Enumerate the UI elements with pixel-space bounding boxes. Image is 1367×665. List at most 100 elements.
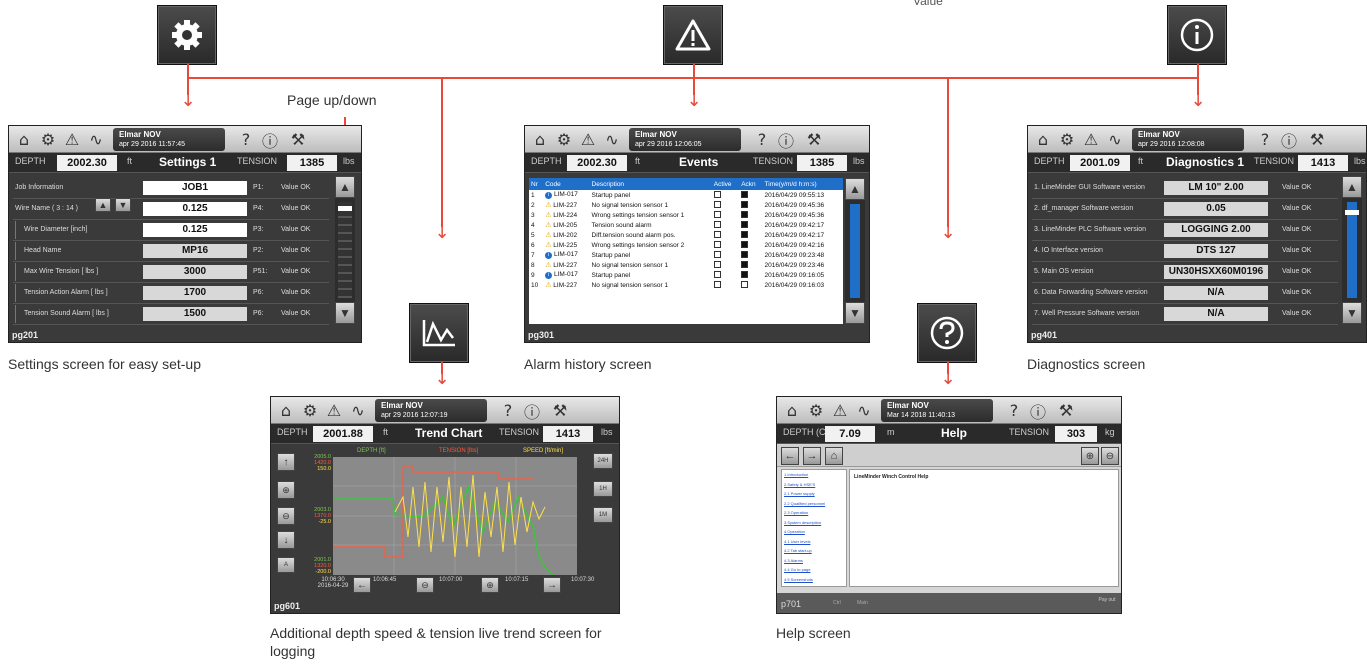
zoom-in-button[interactable]: ⊕ — [1081, 447, 1099, 465]
scroll-right-button[interactable]: → — [543, 577, 561, 593]
ackn-checkbox[interactable] — [741, 230, 749, 238]
ackn-checkbox[interactable] — [741, 210, 749, 218]
trend-icon[interactable]: ∿ — [1104, 129, 1126, 150]
warning-icon[interactable]: ⚠ — [1080, 129, 1102, 150]
active-checkbox[interactable] — [713, 280, 721, 288]
setting-value[interactable]: 3000 — [143, 265, 247, 279]
toc-link[interactable]: 4.2 Tab start-up — [782, 546, 846, 556]
time-zoom-out-button[interactable]: ⊖ — [416, 577, 434, 593]
ackn-checkbox[interactable] — [741, 280, 749, 288]
ackn-checkbox[interactable] — [741, 220, 749, 228]
table-row[interactable]: 8 ⚠ LIM-227 No signal tension sensor 1 2… — [529, 260, 843, 270]
wrench-icon[interactable]: ⚒ — [287, 129, 309, 150]
help-icon[interactable]: ? — [1254, 129, 1276, 150]
help-icon[interactable] — [918, 304, 976, 362]
page-down-button[interactable]: ▼ — [1342, 302, 1362, 324]
table-row[interactable]: 1 i LIM-017 Startup panel 2016/04/29 09:… — [529, 190, 843, 200]
active-checkbox[interactable] — [713, 240, 721, 248]
help-icon[interactable]: ? — [1003, 400, 1025, 421]
warning-icon[interactable]: ⚠ — [577, 129, 599, 150]
warning-icon[interactable] — [664, 6, 722, 64]
toc-link[interactable]: 1.Introduction — [782, 470, 846, 480]
page-up-button[interactable]: ▲ — [1342, 176, 1362, 198]
trend-icon[interactable]: ∿ — [347, 400, 369, 421]
scroll-thumb[interactable] — [338, 206, 352, 211]
setting-value[interactable]: MP16 — [143, 244, 247, 258]
scroll-track[interactable] — [1347, 202, 1357, 298]
gear-icon[interactable] — [158, 6, 216, 64]
ackn-checkbox[interactable] — [741, 260, 749, 268]
wire-name-down-button[interactable]: ▼ — [115, 198, 131, 212]
ackn-checkbox[interactable] — [741, 270, 749, 278]
ackn-checkbox[interactable] — [741, 200, 749, 208]
table-row[interactable]: 7 i LIM-017 Startup panel 2016/04/29 09:… — [529, 250, 843, 260]
info-icon[interactable]: ⓘ — [775, 129, 797, 151]
range-1h-button[interactable]: 1H — [593, 481, 613, 497]
scroll-track[interactable] — [850, 204, 860, 298]
footer-item[interactable]: Ctrl — [833, 600, 841, 606]
forward-button[interactable]: → — [803, 447, 821, 465]
range-1m-button[interactable]: 1M — [593, 507, 613, 523]
toc-link[interactable]: 2.Safety & HSE'S — [782, 480, 846, 490]
table-row[interactable]: 5 ⚠ LIM-202 Diff.tension sound alarm pos… — [529, 230, 843, 240]
home-icon[interactable]: ⌂ — [1032, 129, 1054, 150]
toc-link[interactable]: 4.5 Screenshots — [782, 575, 846, 585]
toc-link[interactable]: 3.System description — [782, 518, 846, 528]
page-down-button[interactable]: ▼ — [845, 302, 865, 324]
warning-icon[interactable]: ⚠ — [323, 400, 345, 421]
table-row[interactable]: 9 i LIM-017 Startup panel 2016/04/29 09:… — [529, 270, 843, 280]
ackn-checkbox[interactable] — [741, 240, 749, 248]
active-checkbox[interactable] — [713, 270, 721, 278]
help-icon[interactable]: ? — [751, 129, 773, 150]
warning-icon[interactable]: ⚠ — [829, 400, 851, 421]
zoom-out-button[interactable]: ⊖ — [277, 507, 295, 525]
table-row[interactable]: 10 ⚠ LIM-227 No signal tension sensor 1 … — [529, 280, 843, 290]
table-row[interactable]: 6 ⚠ LIM-225 Wrong settings tension senso… — [529, 240, 843, 250]
trend-icon[interactable]: ∿ — [601, 129, 623, 150]
page-scrollbar[interactable]: ▲ ▼ — [335, 176, 355, 324]
info-icon[interactable]: ⓘ — [259, 129, 281, 151]
active-checkbox[interactable] — [713, 220, 721, 228]
toc-link[interactable]: 2.3 Operation — [782, 508, 846, 518]
scroll-down-button[interactable]: ↓ — [277, 531, 295, 549]
auto-button[interactable]: A — [277, 557, 295, 573]
help-icon[interactable]: ? — [235, 129, 257, 150]
trend-icon[interactable]: ∿ — [85, 129, 107, 150]
gear-icon[interactable]: ⚙ — [299, 400, 321, 421]
home-icon[interactable]: ⌂ — [529, 129, 551, 150]
toc-link[interactable]: 2.2 Qualified personnel — [782, 499, 846, 509]
table-row[interactable]: 4 ⚠ LIM-205 Tension sound alarm 2016/04/… — [529, 220, 843, 230]
gear-icon[interactable]: ⚙ — [37, 129, 59, 150]
toc-link[interactable]: 2.1 Power supply — [782, 489, 846, 499]
gear-icon[interactable]: ⚙ — [805, 400, 827, 421]
time-zoom-in-button[interactable]: ⊕ — [481, 577, 499, 593]
scroll-left-button[interactable]: ← — [353, 577, 371, 593]
info-icon[interactable]: ⓘ — [521, 400, 543, 422]
trend-icon[interactable]: ∿ — [853, 400, 875, 421]
wrench-icon[interactable]: ⚒ — [1055, 400, 1077, 421]
ackn-checkbox[interactable] — [741, 250, 749, 258]
scroll-track[interactable] — [338, 202, 352, 298]
active-checkbox[interactable] — [713, 190, 721, 198]
page-scrollbar[interactable]: ▲ ▼ — [845, 178, 865, 324]
pay-out-button[interactable]: Pay out — [1095, 597, 1119, 603]
active-checkbox[interactable] — [713, 200, 721, 208]
footer-item[interactable]: Main — [857, 600, 868, 606]
setting-value[interactable]: 1500 — [143, 307, 247, 321]
info-icon[interactable] — [1168, 6, 1226, 64]
active-checkbox[interactable] — [713, 230, 721, 238]
page-up-button[interactable]: ▲ — [845, 178, 865, 200]
warning-icon[interactable]: ⚠ — [61, 129, 83, 150]
home-icon[interactable]: ⌂ — [13, 129, 35, 150]
active-checkbox[interactable] — [713, 210, 721, 218]
gear-icon[interactable]: ⚙ — [553, 129, 575, 150]
trend-icon[interactable] — [410, 304, 468, 362]
help-home-button[interactable]: ⌂ — [825, 447, 843, 465]
info-icon[interactable]: ⓘ — [1027, 400, 1049, 422]
zoom-in-button[interactable]: ⊕ — [277, 481, 295, 499]
help-icon[interactable]: ? — [497, 400, 519, 421]
zoom-out-button[interactable]: ⊖ — [1101, 447, 1119, 465]
scroll-thumb[interactable] — [1345, 210, 1359, 215]
toc-link[interactable]: 4.1 User levels — [782, 537, 846, 547]
scroll-up-button[interactable]: ↑ — [277, 453, 295, 471]
